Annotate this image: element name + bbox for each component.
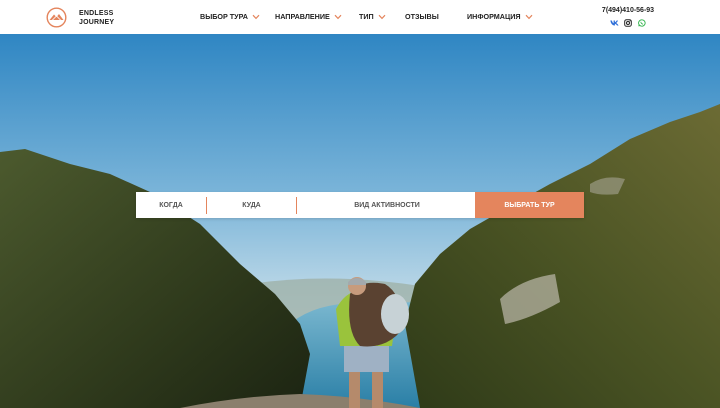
chevron-down-icon [525, 14, 532, 19]
header-contacts: 7(494)410-56-93 [598, 7, 658, 27]
nav-label: ВЫБОР ТУРА [200, 12, 248, 21]
hero-banner [0, 34, 720, 408]
instagram-icon[interactable] [624, 18, 633, 27]
activity-type-field[interactable]: ВИД АКТИВНОСТИ [297, 192, 477, 218]
nav-label: ИНФОРМАЦИЯ [467, 12, 521, 21]
vk-icon[interactable] [609, 18, 619, 27]
phone-number[interactable]: 7(494)410-56-93 [598, 7, 658, 14]
nav-item-tour-choice[interactable]: ВЫБОР ТУРА [200, 12, 260, 21]
nav-item-type[interactable]: ТИП [359, 12, 386, 21]
chevron-down-icon [252, 14, 260, 19]
nav-label: ТИП [359, 12, 374, 21]
nav-item-info[interactable]: ИНФОРМАЦИЯ [467, 12, 533, 21]
when-field[interactable]: КОГДА [136, 192, 206, 218]
hero-landscape-image [0, 34, 720, 408]
where-field[interactable]: КУДА [207, 192, 296, 218]
tour-search-bar: КОГДА КУДА ВИД АКТИВНОСТИ ВЫБРАТЬ ТУР [136, 192, 584, 218]
social-links [598, 18, 658, 27]
chevron-down-icon [334, 14, 342, 19]
choose-tour-button[interactable]: ВЫБРАТЬ ТУР [475, 192, 584, 218]
nav-item-direction[interactable]: НАПРАВЛЕНИЕ [275, 12, 342, 21]
nav-label: НАПРАВЛЕНИЕ [275, 12, 330, 21]
chevron-down-icon [378, 14, 386, 19]
site-header: ENDLESS JOURNEY ВЫБОР ТУРА НАПРАВЛЕНИЕ Т… [0, 0, 720, 34]
nav-label: ОТЗЫВЫ [405, 12, 439, 21]
whatsapp-icon[interactable] [638, 18, 647, 27]
nav-item-reviews[interactable]: ОТЗЫВЫ [405, 12, 439, 21]
